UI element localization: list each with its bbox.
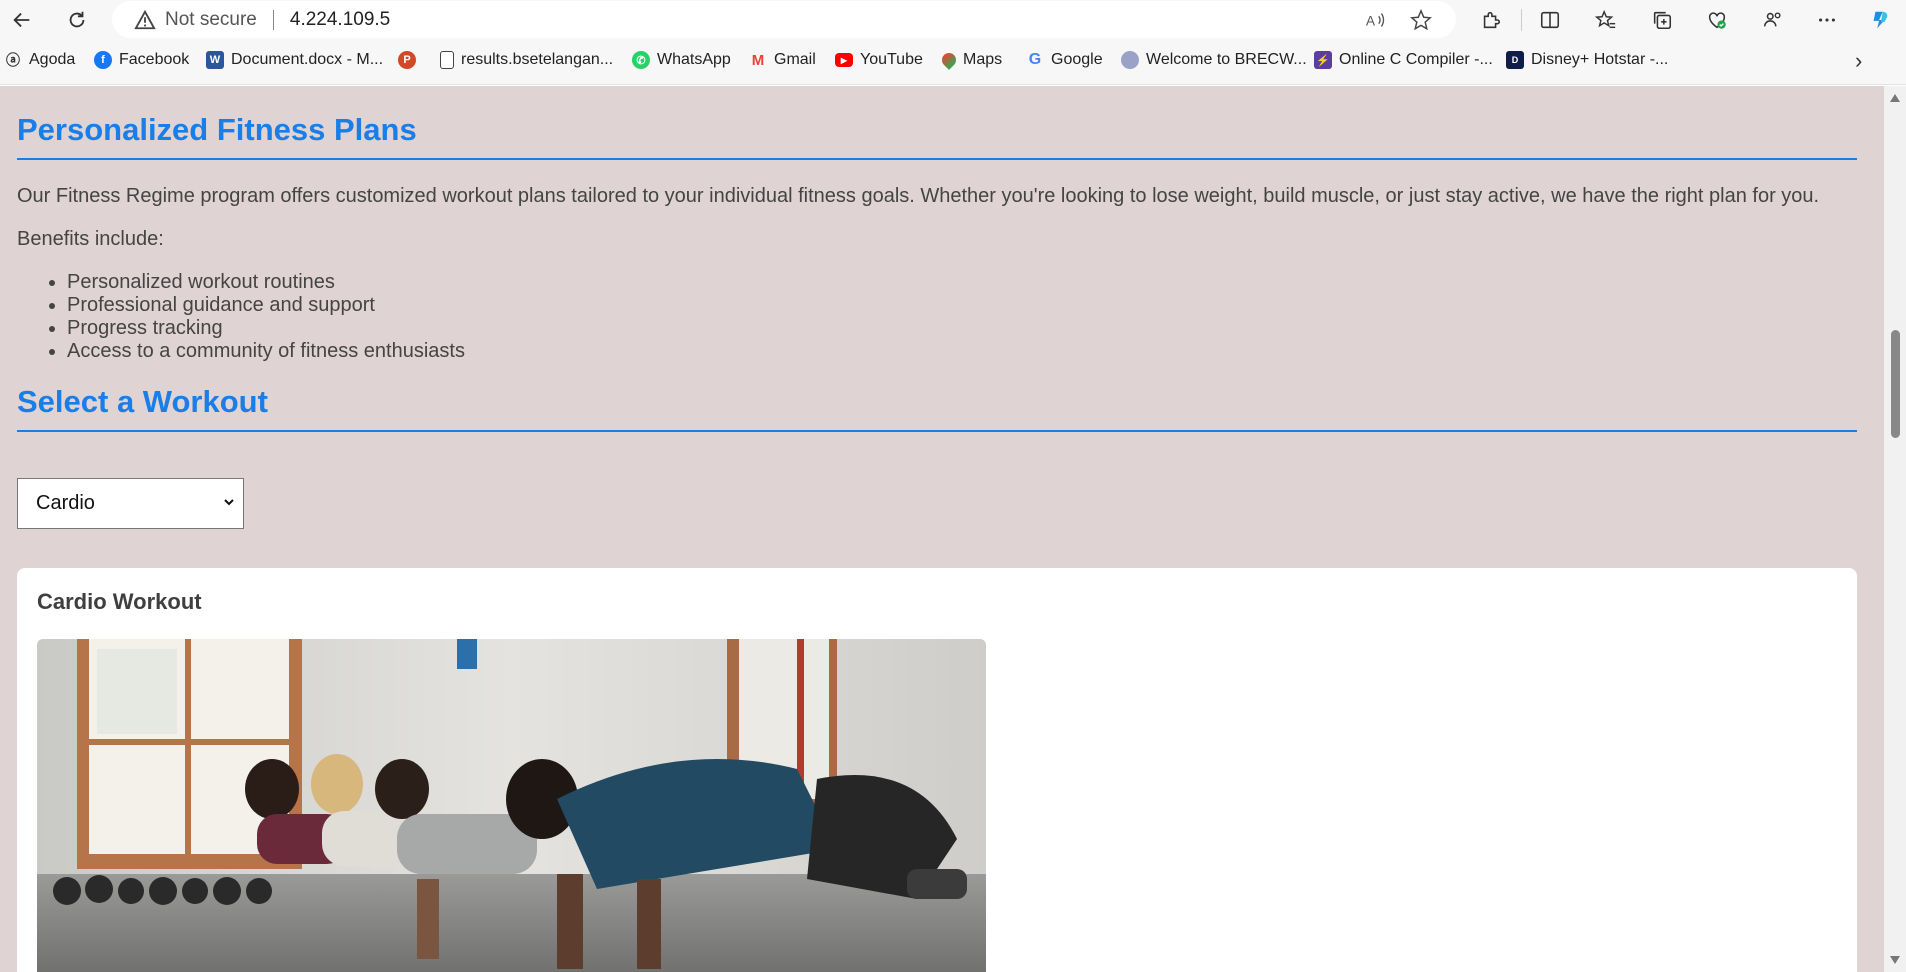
page-scrollbar[interactable] (1884, 86, 1906, 972)
read-aloud-icon[interactable]: A (1364, 9, 1386, 31)
bookmark-label: results.bsetelangan... (461, 51, 614, 68)
word-icon: W (206, 51, 224, 69)
bookmark-label: YouTube (860, 51, 923, 68)
browser-essentials-button[interactable] (1701, 4, 1733, 36)
favorite-star-icon[interactable] (1410, 9, 1432, 31)
maps-icon (939, 50, 959, 70)
collections-icon (1653, 11, 1672, 30)
benefits-list: Personalized workout routines Profession… (67, 271, 465, 363)
bookmark-maps[interactable]: Maps (939, 50, 1003, 70)
bookmark-results[interactable]: results.bsetelangan... (440, 51, 613, 69)
facebook-icon: f (94, 51, 112, 69)
more-options-button[interactable] (1811, 4, 1843, 36)
agoda-icon: ⓐ (6, 52, 20, 68)
bookmark-label: Welcome to BRECW... (1146, 51, 1307, 68)
hotstar-icon: D (1506, 51, 1524, 69)
section-title-select-workout: Select a Workout (17, 384, 1857, 432)
benefit-item: Access to a community of fitness enthusi… (67, 340, 465, 363)
split-screen-button[interactable] (1534, 4, 1566, 36)
benefit-item: Professional guidance and support (67, 294, 465, 317)
puzzle-icon (1483, 11, 1501, 29)
workout-select-value: Cardio (36, 492, 95, 514)
ellipsis-icon (1819, 18, 1835, 22)
browser-toolbar: Not secure 4.224.109.5 A (0, 0, 1906, 39)
google-icon: G (1028, 51, 1042, 68)
bookmark-label: WhatsApp (657, 51, 731, 68)
refresh-button[interactable] (61, 4, 93, 36)
bookmarks-overflow-chevron-icon[interactable]: › (1855, 48, 1862, 74)
svg-text:A: A (1366, 14, 1376, 29)
page-icon (440, 51, 454, 69)
page-viewport: Personalized Fitness Plans Our Fitness R… (0, 86, 1884, 972)
youtube-icon: ▶ (835, 53, 853, 67)
refresh-icon (69, 11, 85, 28)
warning-icon (134, 9, 156, 29)
gmail-icon: M (751, 51, 765, 69)
bookmark-agoda[interactable]: ⓐ Agoda (4, 51, 75, 69)
bookmark-google[interactable]: G Google (1026, 51, 1103, 69)
bookmark-label: Facebook (119, 51, 190, 68)
back-button[interactable] (6, 4, 38, 36)
compiler-icon: ⚡ (1314, 51, 1332, 69)
powerpoint-icon: P (398, 51, 416, 69)
bookmark-document[interactable]: W Document.docx - M... (206, 51, 383, 69)
bookmark-label: Online C Compiler -... (1339, 51, 1493, 68)
bookmark-label: Document.docx - M... (231, 51, 384, 68)
benefits-label: Benefits include: (17, 228, 164, 250)
workout-select[interactable]: Cardio (17, 478, 244, 529)
url-text[interactable]: 4.224.109.5 (290, 9, 390, 31)
extensions-button[interactable] (1475, 4, 1507, 36)
copilot-icon (1873, 11, 1888, 29)
collections-button[interactable] (1646, 4, 1678, 36)
bookmark-label: Agoda (29, 51, 76, 68)
security-label[interactable]: Not secure (165, 9, 257, 31)
bookmark-whatsapp[interactable]: ✆ WhatsApp (632, 51, 731, 69)
bookmark-youtube[interactable]: ▶ YouTube (835, 51, 923, 69)
section-title-fitness-plans: Personalized Fitness Plans (17, 112, 1857, 160)
split-screen-icon (1540, 11, 1560, 29)
heart-pulse-icon (1708, 12, 1726, 29)
performance-button[interactable] (1757, 4, 1789, 36)
bookmarks-bar: ⓐ Agoda f Facebook W Document.docx - M..… (0, 39, 1906, 85)
scroll-down-arrow-icon[interactable] (1890, 956, 1900, 964)
toolbar-divider (1521, 9, 1522, 31)
copilot-button[interactable] (1864, 4, 1896, 36)
benefit-item: Progress tracking (67, 317, 465, 340)
bookmark-label: Disney+ Hotstar -... (1531, 51, 1669, 68)
address-separator (272, 9, 274, 30)
bookmark-label: Google (1051, 51, 1103, 68)
bookmark-powerpoint[interactable]: P (398, 51, 423, 69)
intro-text: Our Fitness Regime program offers custom… (17, 185, 1820, 207)
favorites-icon (1595, 9, 1616, 29)
bookmark-hotstar[interactable]: D Disney+ Hotstar -... (1506, 51, 1668, 69)
whatsapp-icon: ✆ (632, 51, 650, 69)
shield-icon (1121, 51, 1139, 69)
favorites-button[interactable] (1590, 4, 1622, 36)
bookmark-label: Maps (963, 51, 1003, 68)
scrollbar-thumb[interactable] (1891, 330, 1900, 438)
share-people-icon (1763, 12, 1781, 27)
scroll-up-arrow-icon[interactable] (1890, 94, 1900, 102)
back-arrow-icon (13, 12, 30, 28)
workout-card: Cardio Workout (17, 568, 1857, 972)
bookmark-facebook[interactable]: f Facebook (94, 51, 189, 69)
bookmark-label: Gmail (774, 51, 816, 68)
bookmark-compiler[interactable]: ⚡ Online C Compiler -... (1314, 51, 1493, 69)
card-title: Cardio Workout (37, 589, 202, 614)
chevron-down-icon (224, 499, 234, 506)
benefit-item: Personalized workout routines (67, 271, 465, 294)
bookmark-brecw[interactable]: Welcome to BRECW... (1121, 51, 1307, 69)
workout-photo (37, 639, 986, 972)
address-bar[interactable]: Not secure 4.224.109.5 A (112, 1, 1456, 38)
bookmark-gmail[interactable]: M Gmail (749, 51, 816, 69)
